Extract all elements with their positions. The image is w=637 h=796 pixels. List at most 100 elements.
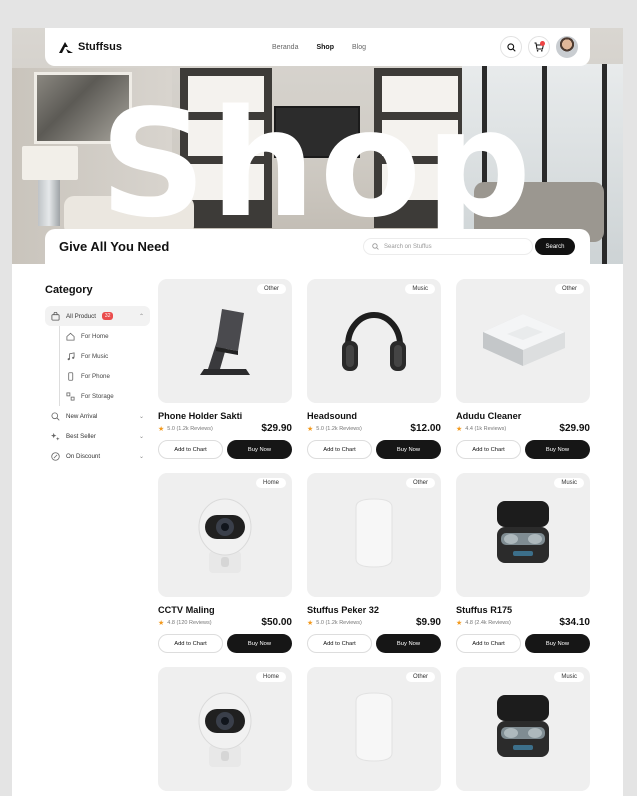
- product-card[interactable]: Music Headsound ★ 5.0 (1.2k Reviews) $12.00 A…: [307, 279, 441, 459]
- star-icon: ★: [456, 619, 463, 627]
- cart-button[interactable]: [528, 36, 550, 58]
- product-image[interactable]: Other: [307, 473, 441, 597]
- product-rating-text: 5.0 (1.2k Reviews): [316, 619, 362, 626]
- search-icon: [51, 411, 60, 421]
- product-name[interactable]: Adudu Cleaner: [456, 411, 590, 421]
- category-for-home[interactable]: For Home: [60, 326, 150, 346]
- category-count-badge: 32: [101, 312, 114, 320]
- product-image[interactable]: Home: [158, 473, 292, 597]
- category-on-discount[interactable]: On Discount ⌄: [45, 446, 150, 466]
- product-image[interactable]: Other: [307, 667, 441, 791]
- speaker-icon: [352, 691, 396, 768]
- category-sidebar: Category All Product 32 ⌃ For Home For M…: [45, 284, 150, 466]
- search-input[interactable]: Search on Stuffus: [363, 238, 533, 255]
- category-all-product[interactable]: All Product 32 ⌃: [45, 306, 150, 326]
- product-card[interactable]: Other Phone Holder Sakti ★ 5.0 (1.2k Review…: [158, 279, 292, 459]
- nav-link-blog[interactable]: Blog: [352, 44, 366, 51]
- search-button[interactable]: [500, 36, 522, 58]
- product-image[interactable]: Music: [307, 279, 441, 403]
- product-card[interactable]: Other Stuffus Peker 32 ★ 5.0 (1.2k Reviews)…: [307, 473, 441, 653]
- product-price: $29.90: [261, 423, 292, 434]
- product-rating-text: 4.8 (2.4k Reviews): [465, 619, 511, 626]
- product-name[interactable]: CCTV Maling: [158, 605, 292, 615]
- product-meta: ★ 5.0 (1.2k Reviews) $9.90: [307, 617, 441, 628]
- discount-icon: [51, 451, 60, 461]
- music-icon: [66, 351, 75, 361]
- buy-now-button[interactable]: Buy Now: [376, 634, 441, 653]
- hero-title: Shop: [99, 78, 536, 250]
- star-icon: ★: [158, 425, 165, 433]
- product-image[interactable]: Music: [456, 473, 590, 597]
- chevron-down-icon: ⌄: [138, 413, 144, 420]
- bag-icon: [51, 311, 60, 321]
- search-icon: [506, 42, 516, 52]
- category-title: Category: [45, 284, 93, 296]
- category-for-phone[interactable]: For Phone: [60, 366, 150, 386]
- product-rating: ★ 5.0 (1.2k Reviews): [307, 619, 362, 627]
- earbuds-icon: [491, 497, 555, 574]
- product-name[interactable]: Phone Holder Sakti: [158, 411, 292, 421]
- buy-now-button[interactable]: Buy Now: [525, 634, 590, 653]
- add-to-chart-button[interactable]: Add to Chart: [158, 634, 223, 653]
- product-rating: ★ 4.8 (120 Reviews): [158, 619, 212, 627]
- category-label: For Home: [81, 332, 109, 340]
- product-card[interactable]: Music: [456, 667, 590, 791]
- storage-icon: [66, 391, 75, 401]
- product-card[interactable]: Other: [307, 667, 441, 791]
- nav-link-shop[interactable]: Shop: [316, 44, 334, 51]
- brand-logo[interactable]: Stuffsus: [59, 41, 122, 53]
- product-actions: Add to Chart Buy Now: [158, 634, 292, 653]
- add-to-chart-button[interactable]: Add to Chart: [307, 440, 372, 459]
- category-best-seller[interactable]: Best Seller ⌄: [45, 426, 150, 446]
- category-new-arrival[interactable]: New Arrival ⌄: [45, 406, 150, 426]
- buy-now-button[interactable]: Buy Now: [525, 440, 590, 459]
- product-name[interactable]: Stuffus R175: [456, 605, 590, 615]
- star-icon: ★: [307, 425, 314, 433]
- product-image[interactable]: Home: [158, 667, 292, 791]
- product-card[interactable]: Home CCTV Maling ★ 4.8 (120 Reviews) $50.00 A…: [158, 473, 292, 653]
- product-name[interactable]: Headsound: [307, 411, 441, 421]
- category-for-storage[interactable]: For Storage: [60, 386, 150, 406]
- buy-now-button[interactable]: Buy Now: [227, 634, 292, 653]
- cctv-icon: [195, 491, 255, 580]
- buy-now-button[interactable]: Buy Now: [227, 440, 292, 459]
- product-meta: ★ 5.0 (1.2k Reviews) $29.90: [158, 423, 292, 434]
- product-image[interactable]: Music: [456, 667, 590, 791]
- nav-link-beranda[interactable]: Beranda: [272, 44, 298, 51]
- chevron-down-icon: ⌄: [138, 433, 144, 440]
- product-card[interactable]: Home: [158, 667, 292, 791]
- product-price: $12.00: [410, 423, 441, 434]
- category-label: On Discount: [66, 452, 101, 460]
- product-image[interactable]: Other: [158, 279, 292, 403]
- category-label: For Phone: [81, 372, 110, 380]
- cart-notification-dot: [540, 41, 545, 46]
- add-to-chart-button[interactable]: Add to Chart: [307, 634, 372, 653]
- category-sub-list: For Home For Music For Phone For Storage: [59, 326, 150, 406]
- page-frame: Shop Stuffsus Beranda Shop Blog Give All…: [12, 28, 623, 796]
- product-tag: Music: [554, 672, 584, 682]
- search-submit-button[interactable]: Search: [535, 238, 575, 255]
- buy-now-button[interactable]: Buy Now: [376, 440, 441, 459]
- product-image[interactable]: Other: [456, 279, 590, 403]
- product-rating: ★ 5.0 (1.2k Reviews): [307, 425, 362, 433]
- product-meta: ★ 4.8 (120 Reviews) $50.00: [158, 617, 292, 628]
- product-card[interactable]: Music Stuffus R175 ★ 4.8 (2.4k Reviews) $34.…: [456, 473, 590, 653]
- search-section: Give All You Need Search on Stuffus Sear…: [45, 229, 590, 264]
- add-to-chart-button[interactable]: Add to Chart: [456, 440, 521, 459]
- robot-cleaner-icon: [477, 304, 569, 379]
- product-price: $34.10: [559, 617, 590, 628]
- product-card[interactable]: Other Adudu Cleaner ★ 4.4 (1k Reviews) $29.9…: [456, 279, 590, 459]
- chevron-up-icon: ⌃: [138, 313, 144, 320]
- product-tag: Music: [405, 284, 435, 294]
- product-rating-text: 4.8 (120 Reviews): [167, 619, 212, 626]
- product-tag: Other: [405, 672, 435, 682]
- chevron-down-icon: ⌄: [138, 453, 144, 460]
- avatar[interactable]: [556, 36, 578, 58]
- brand-name: Stuffsus: [78, 41, 122, 53]
- product-actions: Add to Chart Buy Now: [158, 440, 292, 459]
- product-grid: Other Phone Holder Sakti ★ 5.0 (1.2k Review…: [158, 279, 590, 791]
- add-to-chart-button[interactable]: Add to Chart: [158, 440, 223, 459]
- category-for-music[interactable]: For Music: [60, 346, 150, 366]
- product-name[interactable]: Stuffus Peker 32: [307, 605, 441, 615]
- add-to-chart-button[interactable]: Add to Chart: [456, 634, 521, 653]
